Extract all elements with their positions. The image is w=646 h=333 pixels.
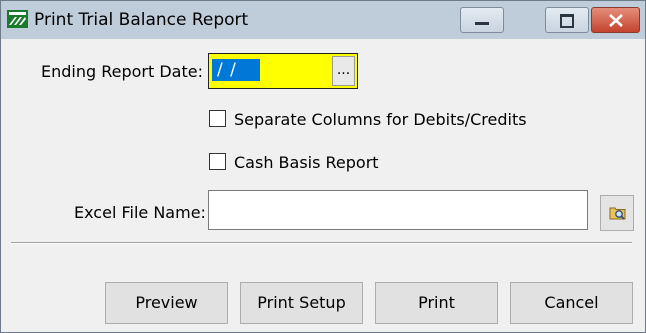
print-trial-balance-dialog: Print Trial Balance Report Ending Report… xyxy=(0,0,646,333)
excel-file-label: Excel File Name: xyxy=(74,203,206,222)
cancel-button[interactable]: Cancel xyxy=(510,282,633,324)
date-picker-button[interactable]: ... xyxy=(332,56,355,86)
browse-file-button[interactable] xyxy=(600,195,634,231)
folder-search-icon xyxy=(609,207,626,220)
cash-basis-checkbox[interactable] xyxy=(209,153,226,170)
ending-date-value[interactable]: / / xyxy=(212,59,260,81)
divider xyxy=(11,242,632,244)
separate-columns-label[interactable]: Separate Columns for Debits/Credits xyxy=(234,110,527,129)
minimize-button[interactable] xyxy=(460,7,504,33)
separate-columns-checkbox[interactable] xyxy=(209,110,226,127)
print-setup-button[interactable]: Print Setup xyxy=(240,282,363,324)
app-logo-icon xyxy=(7,10,28,28)
print-button[interactable]: Print xyxy=(375,282,498,324)
maximize-button[interactable] xyxy=(545,7,589,33)
excel-file-input[interactable] xyxy=(208,190,588,230)
close-button[interactable] xyxy=(591,7,640,33)
ending-date-field[interactable]: / / ... xyxy=(208,53,358,89)
preview-button[interactable]: Preview xyxy=(105,282,228,324)
cash-basis-label[interactable]: Cash Basis Report xyxy=(234,153,379,172)
window-title: Print Trial Balance Report xyxy=(34,10,249,30)
title-bar[interactable]: Print Trial Balance Report xyxy=(1,1,645,39)
close-icon xyxy=(609,14,623,27)
ending-date-label: Ending Report Date: xyxy=(41,62,203,81)
